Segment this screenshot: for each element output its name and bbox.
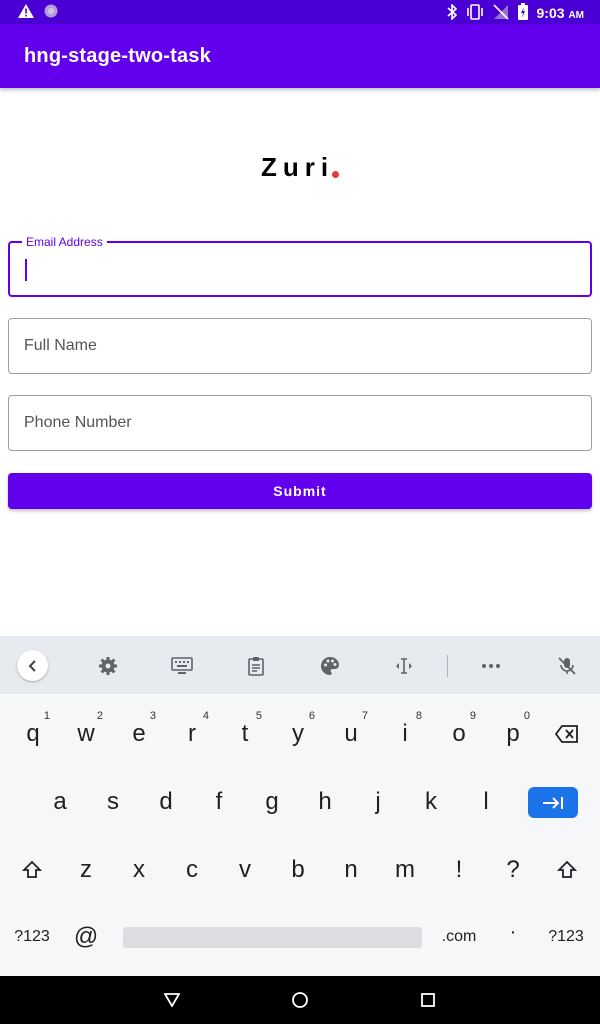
palette-icon[interactable] — [317, 653, 343, 679]
key-z[interactable]: z — [61, 842, 111, 898]
symbols-key-right[interactable]: ?123 — [541, 909, 591, 965]
shift-right-icon[interactable] — [542, 842, 592, 898]
logo-text: Zuri — [260, 152, 335, 182]
full-name-input[interactable] — [9, 319, 591, 373]
shift-left-icon[interactable] — [7, 842, 57, 898]
nav-home-icon[interactable] — [290, 990, 310, 1010]
submit-button[interactable]: Submit — [8, 473, 592, 509]
key-x[interactable]: x — [114, 842, 164, 898]
symbols-key-left[interactable]: ?123 — [7, 909, 57, 965]
nav-recents-icon[interactable] — [418, 990, 438, 1010]
key-n[interactable]: n — [326, 842, 376, 898]
bluetooth-icon — [446, 2, 457, 23]
settings-gear-icon[interactable] — [95, 653, 121, 679]
phone-number-field[interactable]: Phone Number — [8, 395, 592, 451]
key-dotcom[interactable]: .com — [432, 909, 486, 965]
key-question[interactable]: ? — [488, 842, 538, 898]
navigation-bar — [0, 976, 600, 1024]
key-m[interactable]: m — [380, 842, 430, 898]
nav-back-icon[interactable] — [162, 990, 182, 1010]
phone-number-input[interactable] — [9, 396, 591, 450]
full-name-field[interactable]: Full Name — [8, 318, 592, 374]
logo-dot — [332, 171, 340, 178]
app-title: hng-stage-two-task — [24, 45, 211, 67]
key-c[interactable]: c — [167, 842, 217, 898]
key-at[interactable]: @ — [61, 909, 111, 965]
email-input[interactable] — [10, 243, 590, 295]
email-field[interactable]: Email Address — [8, 235, 592, 297]
text-cursor-icon[interactable] — [391, 653, 417, 679]
clipboard-icon[interactable] — [243, 653, 269, 679]
back-chevron-icon[interactable] — [17, 650, 48, 681]
key-v[interactable]: v — [220, 842, 270, 898]
key-b[interactable]: b — [273, 842, 323, 898]
warning-icon — [18, 4, 34, 23]
soft-keyboard: q1 w2 e3 r4 t5 y6 u7 i8 o9 p0 a s d f g … — [0, 636, 600, 976]
toolbar-divider — [447, 655, 448, 677]
no-signal-icon — [492, 3, 509, 23]
space-bar[interactable] — [123, 927, 422, 948]
vibrate-icon — [466, 3, 484, 23]
battery-charging-icon — [517, 3, 528, 23]
mic-off-icon[interactable] — [554, 653, 580, 679]
circle-notification-icon — [44, 4, 58, 23]
keyboard-toolbar — [0, 636, 600, 694]
more-dots-icon[interactable] — [478, 653, 504, 679]
app-bar: hng-stage-two-task — [0, 24, 600, 88]
clock: 9:03 AM — [536, 5, 584, 21]
keyboard-icon[interactable] — [169, 653, 195, 679]
key-period[interactable]: · — [488, 904, 538, 960]
zuri-logo: Zuri — [0, 152, 600, 183]
key-exclamation[interactable]: ! — [434, 842, 484, 898]
status-bar: 9:03 AM — [0, 0, 600, 24]
